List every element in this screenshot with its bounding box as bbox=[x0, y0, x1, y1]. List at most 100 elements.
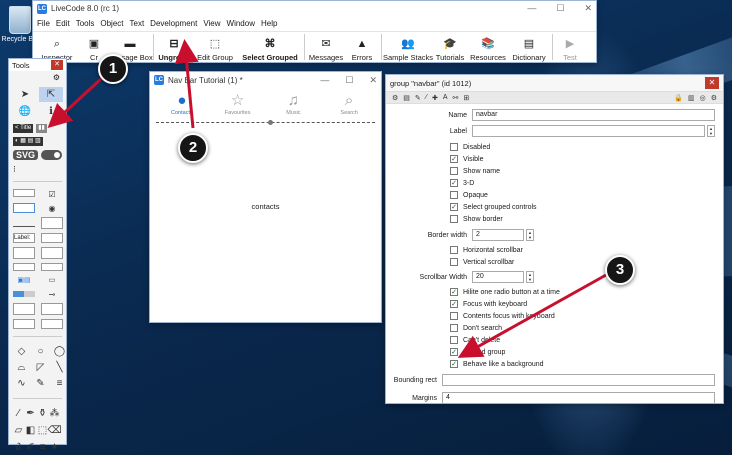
maximize-button[interactable]: ☐ bbox=[556, 3, 564, 14]
eraser-icon[interactable]: ⌫ bbox=[47, 423, 61, 438]
spray-icon[interactable]: ⁂ bbox=[49, 406, 60, 421]
focus-with-keyboard-row[interactable]: ✓ Focus with keyboard bbox=[450, 298, 723, 310]
border-width-field[interactable]: 2 bbox=[472, 229, 524, 241]
settings-gear-icon[interactable]: ⚙ bbox=[711, 94, 717, 102]
menu-tools[interactable]: Tools bbox=[76, 19, 95, 28]
list-field-tool[interactable] bbox=[41, 247, 63, 259]
spinner-tool[interactable] bbox=[41, 303, 63, 315]
bounding-rect-field[interactable] bbox=[442, 374, 715, 386]
vertical-scrollbar-row[interactable]: Vertical scrollbar bbox=[450, 256, 723, 268]
field-tool[interactable] bbox=[13, 217, 35, 227]
dont-search-row[interactable]: Don't search bbox=[450, 322, 723, 334]
default-button-tool[interactable] bbox=[13, 203, 35, 213]
edit-tool-icon[interactable]: ⇱ bbox=[39, 87, 63, 102]
pencil-icon[interactable]: ✎ bbox=[32, 376, 49, 391]
vertical-scrollbar-checkbox[interactable] bbox=[450, 258, 458, 266]
tab-favourites[interactable]: ☆ Favourites bbox=[218, 92, 258, 120]
horizontal-scrollbar-checkbox[interactable] bbox=[450, 246, 458, 254]
shared-group-checkbox[interactable]: ✓ bbox=[450, 348, 458, 356]
show-border-checkbox-row[interactable]: Show border bbox=[450, 213, 723, 225]
name-field[interactable]: navbar bbox=[472, 109, 715, 121]
pages-icon[interactable]: ▥ bbox=[688, 94, 695, 102]
checkbox-tool[interactable]: ☑ bbox=[41, 189, 63, 199]
bucket-fill-icon[interactable]: ◧ bbox=[25, 423, 36, 438]
minimize-button[interactable]: — bbox=[527, 3, 536, 14]
menu-help[interactable]: Help bbox=[261, 19, 277, 28]
edit-group-button[interactable]: ⬚ Edit Group bbox=[192, 31, 238, 62]
pen-icon[interactable]: ✒ bbox=[25, 406, 36, 421]
polygon-icon[interactable]: ◸ bbox=[32, 360, 49, 375]
label-stepper[interactable]: ▲ ▼ bbox=[707, 125, 715, 137]
table-field-tool[interactable] bbox=[13, 247, 35, 259]
button-tool[interactable] bbox=[13, 189, 35, 197]
test-button[interactable]: ▶ Test bbox=[555, 31, 585, 62]
menu-text[interactable]: Text bbox=[130, 19, 145, 28]
menu-file[interactable]: File bbox=[37, 19, 50, 28]
option-menu-tool[interactable]: ▭ bbox=[41, 275, 63, 285]
image-tool[interactable] bbox=[41, 319, 63, 329]
scrollbar-width-field[interactable]: 20 bbox=[472, 271, 524, 283]
scrollbar-width-stepper[interactable]: ▲ ▼ bbox=[526, 271, 534, 283]
navbar-widget[interactable]: ◐ ▦ ▤ ▥ bbox=[13, 137, 43, 146]
minimize-button[interactable]: — bbox=[320, 75, 329, 86]
ungroup-button[interactable]: ⊟ Ungroup bbox=[156, 31, 192, 62]
switch-button-widget[interactable] bbox=[41, 150, 62, 160]
maximize-button[interactable]: ☐ bbox=[345, 75, 353, 86]
svg-icon-widget[interactable]: SVG bbox=[13, 150, 39, 160]
title-bar[interactable]: LC LiveCode 8.0 (rc 1) — ☐ ✕ bbox=[33, 1, 596, 16]
lasso-icon[interactable]: ⌓ bbox=[13, 360, 30, 375]
focus-with-keyboard-checkbox[interactable]: ✓ bbox=[450, 300, 458, 308]
label-field-tool[interactable]: Label: bbox=[13, 233, 35, 243]
text-icon[interactable]: A bbox=[443, 94, 448, 101]
player-tool[interactable] bbox=[13, 319, 35, 329]
menu-edit[interactable]: Edit bbox=[56, 19, 70, 28]
progress-bar-tool[interactable] bbox=[13, 291, 35, 297]
bucket-icon[interactable]: ⚱ bbox=[37, 406, 48, 421]
select-grouped-checkbox[interactable]: ✓ bbox=[450, 203, 458, 211]
sample-stacks-button[interactable]: 👥 Sample Stacks bbox=[383, 31, 433, 62]
3d-checkbox-row[interactable]: ✓ 3-D bbox=[450, 177, 723, 189]
inspector-close-button[interactable]: ✕ bbox=[705, 77, 719, 89]
circle-graphic-icon[interactable]: ○ bbox=[32, 344, 49, 359]
text-field-tool[interactable] bbox=[41, 233, 63, 243]
hilite-one-radio-row[interactable]: ✓ Hilite one radio button at a time bbox=[450, 286, 723, 298]
lock-icon[interactable]: 🔒 bbox=[674, 94, 683, 102]
spray-can-icon[interactable]: ∂ bbox=[13, 440, 24, 455]
show-name-checkbox-row[interactable]: Show name bbox=[450, 165, 723, 177]
horizontal-scrollbar-row[interactable]: Horizontal scrollbar bbox=[450, 244, 723, 256]
colors-icon[interactable]: ⁄ bbox=[426, 94, 427, 101]
menu-development[interactable]: Development bbox=[150, 19, 197, 28]
opaque-checkbox[interactable] bbox=[450, 191, 458, 199]
visible-checkbox-row[interactable]: ✓ Visible bbox=[450, 153, 723, 165]
show-name-checkbox[interactable] bbox=[450, 167, 458, 175]
advanced-icon[interactable]: ⚯ bbox=[453, 94, 459, 102]
menu-view[interactable]: View bbox=[203, 19, 220, 28]
tab-panel-tool[interactable]: ▣▤ bbox=[13, 275, 35, 285]
position-icon[interactable]: ✚ bbox=[432, 94, 438, 102]
scrollbar-tool[interactable] bbox=[13, 303, 35, 315]
pencil-icon[interactable]: ✎ bbox=[415, 94, 421, 102]
star-shape-icon[interactable]: ✦ bbox=[49, 440, 60, 455]
label-field[interactable] bbox=[472, 125, 705, 137]
rect-select-icon[interactable]: ▱ bbox=[13, 423, 24, 438]
marquee-icon[interactable]: ⬚ bbox=[37, 423, 48, 438]
curve-icon[interactable]: ∿ bbox=[13, 376, 30, 391]
menu-object[interactable]: Object bbox=[100, 19, 123, 28]
select-grouped-checkbox-row[interactable]: ✓ Select grouped controls bbox=[450, 201, 723, 213]
behave-like-background-checkbox[interactable]: ✓ bbox=[450, 360, 458, 368]
list-icon[interactable]: ≡ bbox=[51, 376, 68, 391]
show-border-checkbox[interactable] bbox=[450, 215, 458, 223]
info-widget-icon[interactable]: ℹ bbox=[39, 104, 63, 119]
tools-close-button[interactable]: ✕ bbox=[51, 60, 63, 70]
tab-contacts[interactable]: ● Contacts bbox=[162, 92, 202, 120]
dictionary-button[interactable]: ▤ Dictionary bbox=[508, 31, 550, 62]
tab-music[interactable]: ♫ Music bbox=[273, 92, 313, 120]
gear-icon[interactable]: ⚙ bbox=[9, 71, 66, 84]
border-width-stepper[interactable]: ▲ ▼ bbox=[526, 229, 534, 241]
select-grouped-button[interactable]: ⌘ Select Grouped bbox=[238, 31, 302, 62]
behave-like-background-row[interactable]: ✓ Behave like a background bbox=[450, 358, 723, 370]
inspector-title-bar[interactable]: group "navbar" (id 1012) ✕ bbox=[386, 75, 723, 91]
opaque-checkbox-row[interactable]: Opaque bbox=[450, 189, 723, 201]
brush-icon[interactable]: ⁄ bbox=[13, 406, 24, 421]
slider-tool[interactable]: ⊸ bbox=[41, 289, 63, 299]
